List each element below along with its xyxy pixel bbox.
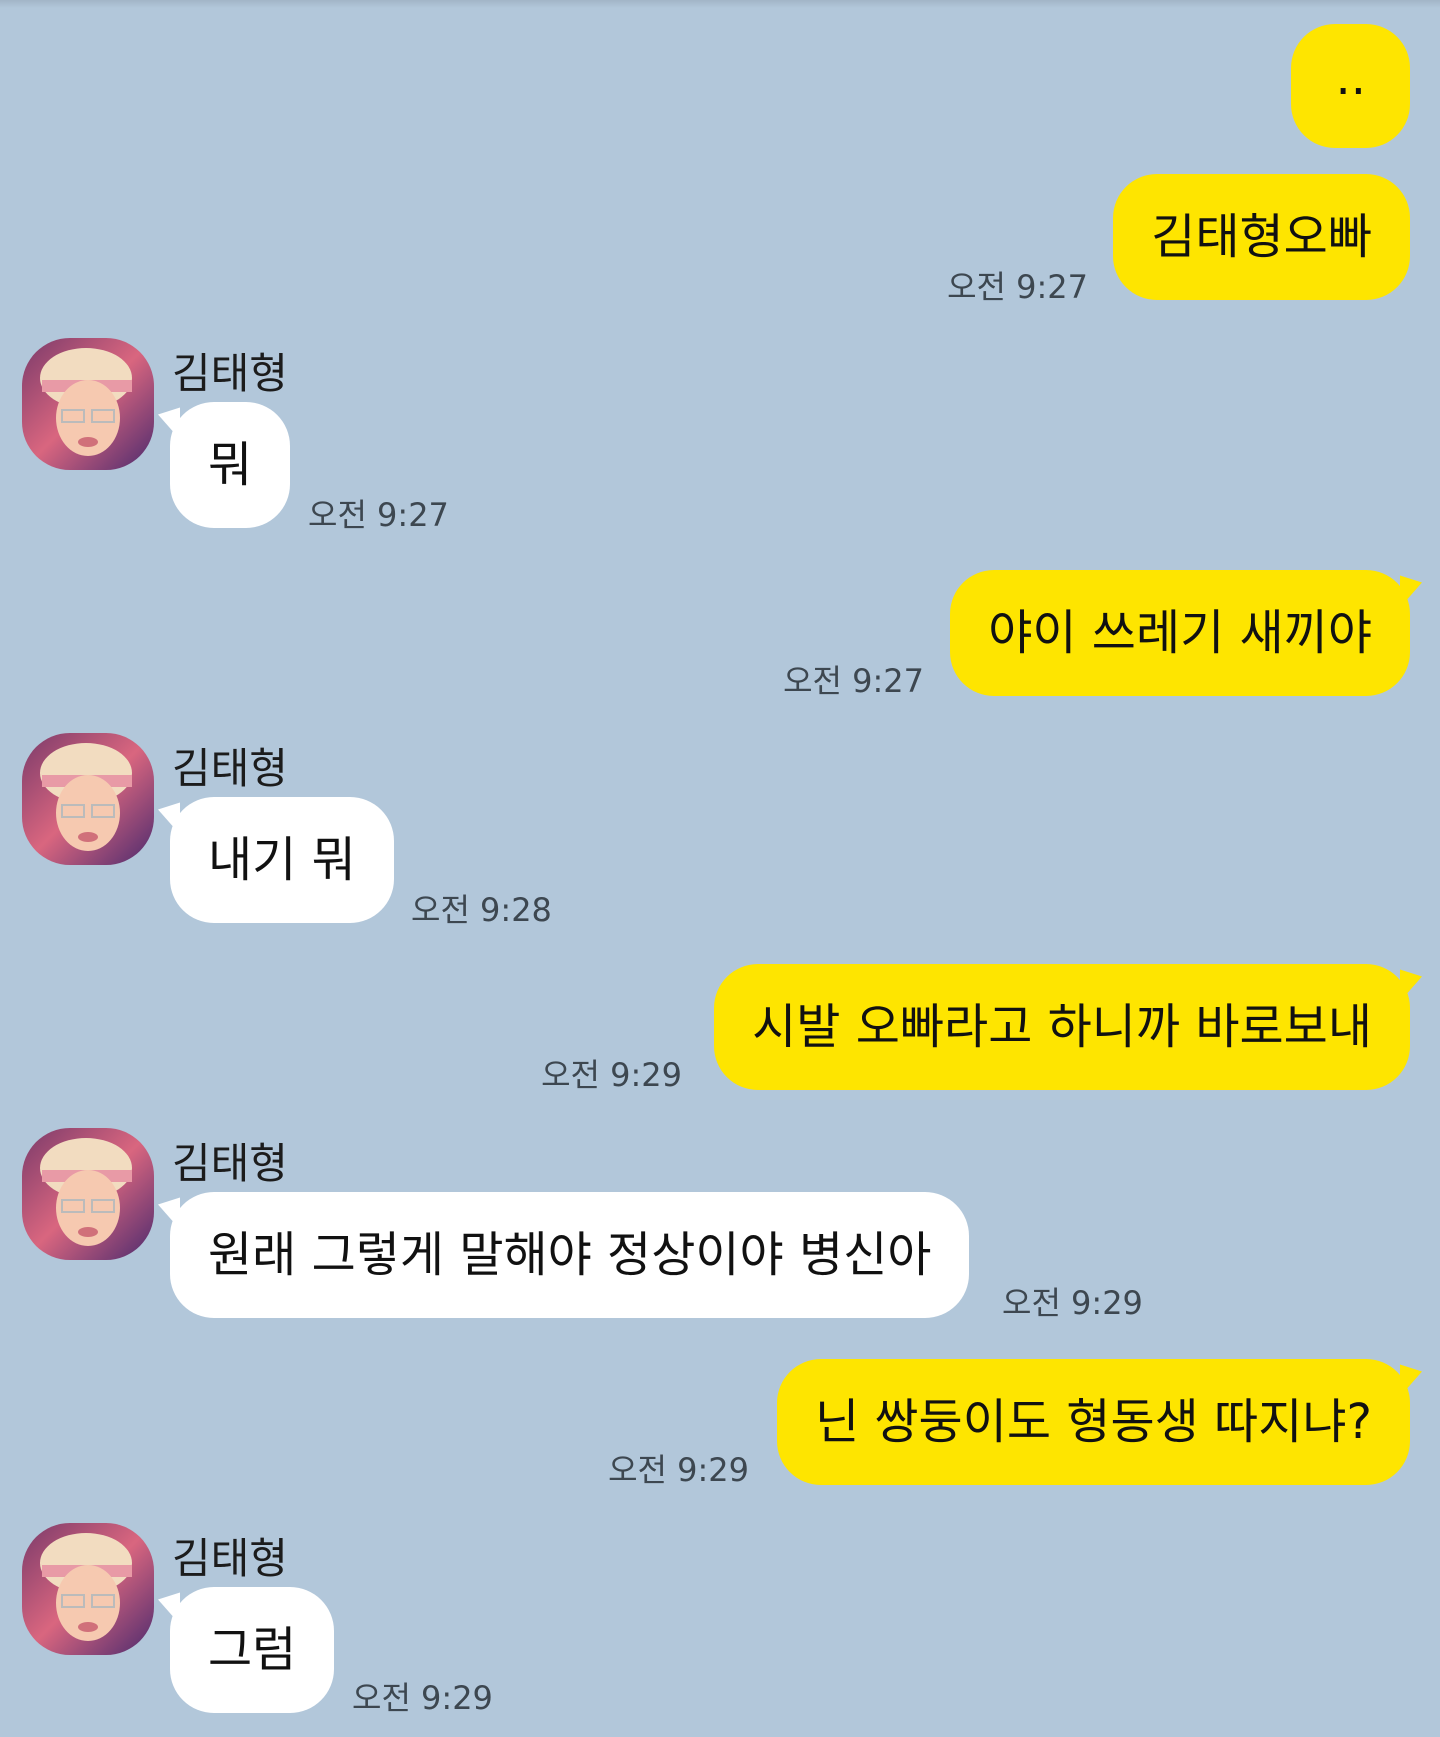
message-timestamp: 오전 9:27 xyxy=(947,268,1088,306)
message-text: 야이 쓰레기 새끼야 xyxy=(988,605,1372,661)
message-text: 김태형오빠 xyxy=(1151,209,1372,265)
message-timestamp: 오전 9:29 xyxy=(1002,1284,1143,1322)
avatar-photo-icon xyxy=(22,1523,154,1655)
message-text: 시발 오빠라고 하니까 바로보내 xyxy=(752,999,1372,1055)
message-text: 닌 쌍둥이도 형동생 따지냐? xyxy=(814,1394,1372,1450)
message-timestamp: 오전 9:29 xyxy=(352,1679,493,1717)
my-message-bubble[interactable]: .. xyxy=(1291,24,1410,148)
their-message-bubble[interactable]: 내기 뭐 xyxy=(170,797,394,923)
sender-name: 김태형 xyxy=(172,1534,288,1583)
sender-name: 김태형 xyxy=(172,349,288,398)
my-message-bubble[interactable]: 야이 쓰레기 새끼야 xyxy=(950,570,1410,696)
message-text: 뭐 xyxy=(208,437,253,493)
avatar-photo-icon xyxy=(22,733,154,865)
message-text: 원래 그렇게 말해야 정상이야 병신아 xyxy=(208,1227,932,1283)
contact-avatar[interactable] xyxy=(22,1523,154,1655)
their-message-bubble[interactable]: 그럼 xyxy=(170,1587,335,1713)
message-timestamp: 오전 9:27 xyxy=(783,662,924,700)
my-message-bubble[interactable]: 시발 오빠라고 하니까 바로보내 xyxy=(714,964,1410,1090)
message-timestamp: 오전 9:28 xyxy=(411,891,552,929)
message-text: .. xyxy=(1335,50,1366,106)
avatar-photo-icon xyxy=(22,338,154,470)
top-shadow xyxy=(0,0,1440,8)
message-timestamp: 오전 9:29 xyxy=(608,1451,749,1489)
sender-name: 김태형 xyxy=(172,744,288,793)
message-text: 그럼 xyxy=(208,1622,297,1678)
avatar-photo-icon xyxy=(22,1128,154,1260)
contact-avatar[interactable] xyxy=(22,338,154,470)
contact-avatar[interactable] xyxy=(22,733,154,865)
their-message-bubble[interactable]: 뭐 xyxy=(170,402,291,528)
message-text: 내기 뭐 xyxy=(208,832,356,888)
message-timestamp: 오전 9:27 xyxy=(308,496,449,534)
sender-name: 김태형 xyxy=(172,1139,288,1188)
message-timestamp: 오전 9:29 xyxy=(541,1056,682,1094)
my-message-bubble[interactable]: 김태형오빠 xyxy=(1113,174,1410,300)
their-message-bubble[interactable]: 원래 그렇게 말해야 정상이야 병신아 xyxy=(170,1192,970,1318)
my-message-bubble[interactable]: 닌 쌍둥이도 형동생 따지냐? xyxy=(776,1359,1410,1485)
contact-avatar[interactable] xyxy=(22,1128,154,1260)
